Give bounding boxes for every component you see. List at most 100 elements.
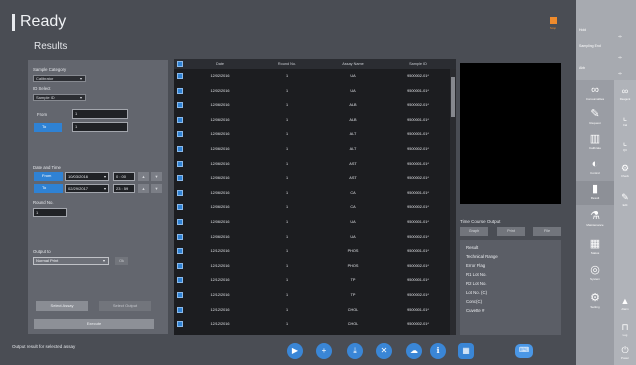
to-date-checkbox[interactable]: To [34, 184, 63, 193]
app-window: Ready Results Stop Sample Category Calib… [0, 0, 636, 365]
keyboard-button[interactable]: ⌨ [515, 344, 533, 358]
rail-sub-cal[interactable]: ⌞ Cal [614, 112, 636, 127]
rail-sub-check[interactable]: ⚙ Check [614, 163, 636, 178]
table-scrollbar[interactable] [450, 69, 456, 335]
rail-item-result[interactable]: ▮ Result [576, 183, 614, 200]
row-checkbox[interactable] [177, 248, 183, 255]
chevron-down-icon[interactable]: ▾ [104, 186, 106, 191]
row-checkbox[interactable] [177, 292, 183, 298]
rail-item-control[interactable]: ◐ Control [576, 158, 614, 175]
download-button[interactable]: ⤓ [347, 343, 363, 359]
rail-item-request[interactable]: ✎ Request [576, 108, 614, 125]
table-row[interactable]: 12/12/2016 1 PHOS 9500001-01* [174, 245, 450, 258]
table-row[interactable]: 12/06/2016 1 ALT 9500002-01* [174, 143, 450, 156]
round-no-input[interactable]: 1 [33, 208, 67, 217]
rail-sub-reagent[interactable]: ∞ Reagent [614, 86, 636, 101]
info-button[interactable]: ℹ [430, 343, 446, 359]
row-checkbox[interactable] [177, 160, 183, 167]
rail-sub-power[interactable]: ⏻ Power [614, 345, 636, 360]
execute-button[interactable]: Execute [34, 319, 154, 329]
from-time-up-button[interactable]: ▲ [138, 172, 149, 181]
row-checkbox[interactable] [177, 306, 183, 313]
id-select[interactable]: Sample ID ▾ [33, 94, 86, 101]
column-header-sample[interactable]: Sample ID [386, 59, 450, 69]
from-date-input[interactable]: 10/03/2016 [65, 172, 109, 181]
sample-category-select[interactable]: Calibrator ▾ [33, 75, 86, 82]
output-to-select[interactable]: Normal Print ▾ [33, 257, 109, 265]
rail-sub-log[interactable]: ⊓ Log [614, 322, 636, 337]
rail-item-system[interactable]: ◎ System [576, 264, 614, 281]
from-time-down-button[interactable]: ▼ [151, 172, 162, 181]
column-header-date[interactable]: Date [186, 59, 254, 69]
rail-sub-alarm[interactable]: ▲ Alarm [614, 296, 636, 311]
from-date-checkbox[interactable]: From [34, 172, 63, 181]
row-checkbox[interactable] [177, 262, 183, 269]
close-button[interactable]: ✕ [376, 343, 392, 359]
from-time-input[interactable]: 0 : 00 [113, 172, 135, 181]
table-row[interactable]: 12/12/2016 1 PHOS 9500002-01* [174, 260, 450, 273]
row-checkbox[interactable] [177, 277, 183, 284]
rail-item-calibrate[interactable]: ▥ Calibrate [576, 133, 614, 150]
row-checkbox[interactable] [177, 219, 183, 225]
to-checkbox[interactable]: To [34, 123, 62, 132]
table-row[interactable]: 12/12/2016 1 TP 9500002-01* [174, 289, 450, 302]
row-checkbox[interactable] [177, 146, 183, 152]
download-icon: ⤓ [353, 346, 357, 355]
row-checkbox[interactable] [177, 87, 183, 94]
table-row[interactable]: 12/06/2016 1 AST 9500001-01* [174, 158, 450, 171]
to-time-down-button[interactable]: ▼ [151, 184, 162, 193]
row-checkbox[interactable] [177, 175, 183, 182]
row-checkbox[interactable] [177, 189, 183, 196]
results-table: Date Round No. Assay Name Sample ID 12/0… [174, 59, 456, 335]
rail-item-setting[interactable]: ⚙ Setting [576, 292, 614, 309]
table-row[interactable]: 12/06/2016 1 ALB 9500001-01* [174, 114, 450, 127]
scrollbar-thumb[interactable] [451, 77, 455, 117]
row-checkbox[interactable] [177, 116, 183, 123]
row-checkbox[interactable] [177, 73, 183, 79]
table-row[interactable]: 12/06/2016 1 ALT 9500001-01* [174, 128, 450, 141]
row-checkbox[interactable] [177, 233, 183, 240]
rail-item-maintenance[interactable]: ⚗ Maintenance [576, 210, 614, 227]
table-row[interactable]: 12/06/2016 1 UA 9500001-01* [174, 216, 450, 229]
output-to-button[interactable]: Ok [115, 257, 128, 265]
rail-sub-edit[interactable]: ✎ Edit [614, 192, 636, 207]
table-row[interactable]: 12/06/2016 1 ALB 9500002-01* [174, 99, 450, 112]
table-row[interactable]: 12/06/2016 1 AST 9500002-01* [174, 172, 450, 185]
start-button[interactable]: ▶ [287, 343, 303, 359]
column-header-assay[interactable]: Assay Name [320, 59, 386, 69]
table-row[interactable]: 12/12/2016 1 CHOL 9500001-01* [174, 304, 450, 317]
select-output-button[interactable]: Select Output [99, 301, 151, 311]
row-checkbox[interactable] [177, 204, 183, 211]
grid-button[interactable]: ▦ [458, 343, 474, 359]
section-title: Results [34, 41, 68, 52]
table-row[interactable]: 12/12/2016 1 TP 9500001-01* [174, 274, 450, 287]
table-row[interactable]: 12/06/2016 1 CA 9500001-01* [174, 187, 450, 200]
table-row[interactable]: 12/06/2016 1 CA 9500002-01* [174, 201, 450, 214]
table-row[interactable]: 12/02/2016 1 UA 9500002-01* [174, 70, 450, 83]
hold-label: Hold [579, 28, 587, 32]
rail-item-status[interactable]: ▦ Status [576, 238, 614, 255]
graph-button[interactable]: Graph [460, 227, 488, 236]
to-date-input[interactable]: 02/29/2017 [65, 184, 109, 193]
column-header-round[interactable]: Round No. [254, 59, 320, 69]
print-button[interactable]: Print [497, 227, 525, 236]
row-checkbox[interactable] [177, 131, 183, 138]
table-row[interactable]: 12/02/2016 1 UA 9500001-01* [174, 85, 450, 98]
chevron-down-icon[interactable]: ▾ [104, 174, 106, 179]
to-time-up-button[interactable]: ▲ [138, 184, 149, 193]
row-checkbox[interactable] [177, 102, 183, 109]
to-time-input[interactable]: 23 : 59 [113, 184, 135, 193]
rail-sub-qc[interactable]: ⌞ QC [614, 137, 636, 152]
select-all-checkbox[interactable] [177, 61, 183, 67]
row-checkbox[interactable] [177, 321, 183, 328]
file-button[interactable]: File [533, 227, 561, 236]
stop-button[interactable]: Stop [546, 17, 560, 39]
to-id-input[interactable]: 1 [72, 122, 128, 132]
from-id-input[interactable]: 1 [72, 109, 128, 119]
table-row[interactable]: 12/12/2016 1 CHOL 9500002-01* [174, 318, 450, 331]
table-row[interactable]: 12/06/2016 1 UA 9500002-01* [174, 231, 450, 244]
rail-item-consumables[interactable]: ∞ Consumables [576, 84, 614, 101]
add-button[interactable]: + [316, 343, 332, 359]
cloud-button[interactable]: ☁ [406, 343, 422, 359]
select-assay-button[interactable]: Select Assay [36, 301, 88, 311]
